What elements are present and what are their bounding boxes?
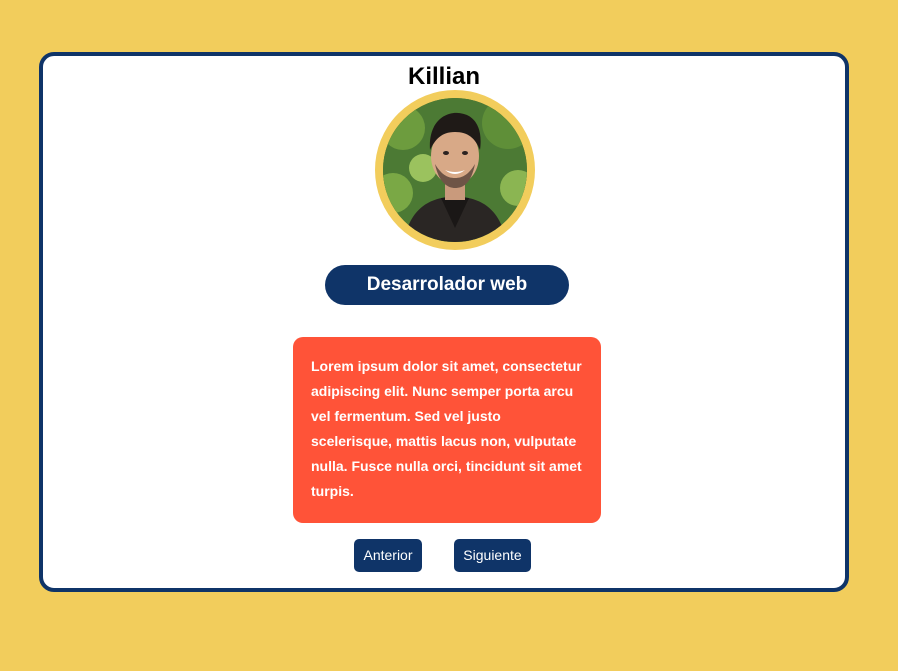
avatar-photo: [383, 98, 527, 242]
next-button[interactable]: Siguiente: [454, 539, 531, 572]
testimonial-card: Killian Desarrolador web Lorem ipsum dol…: [39, 52, 849, 592]
person-name: Killian: [407, 63, 480, 90]
bio-text: Lorem ipsum dolor sit amet, consectetur …: [293, 337, 601, 523]
role-badge: Desarrolador web: [325, 265, 569, 305]
avatar: [375, 90, 535, 250]
previous-button[interactable]: Anterior: [354, 539, 422, 572]
